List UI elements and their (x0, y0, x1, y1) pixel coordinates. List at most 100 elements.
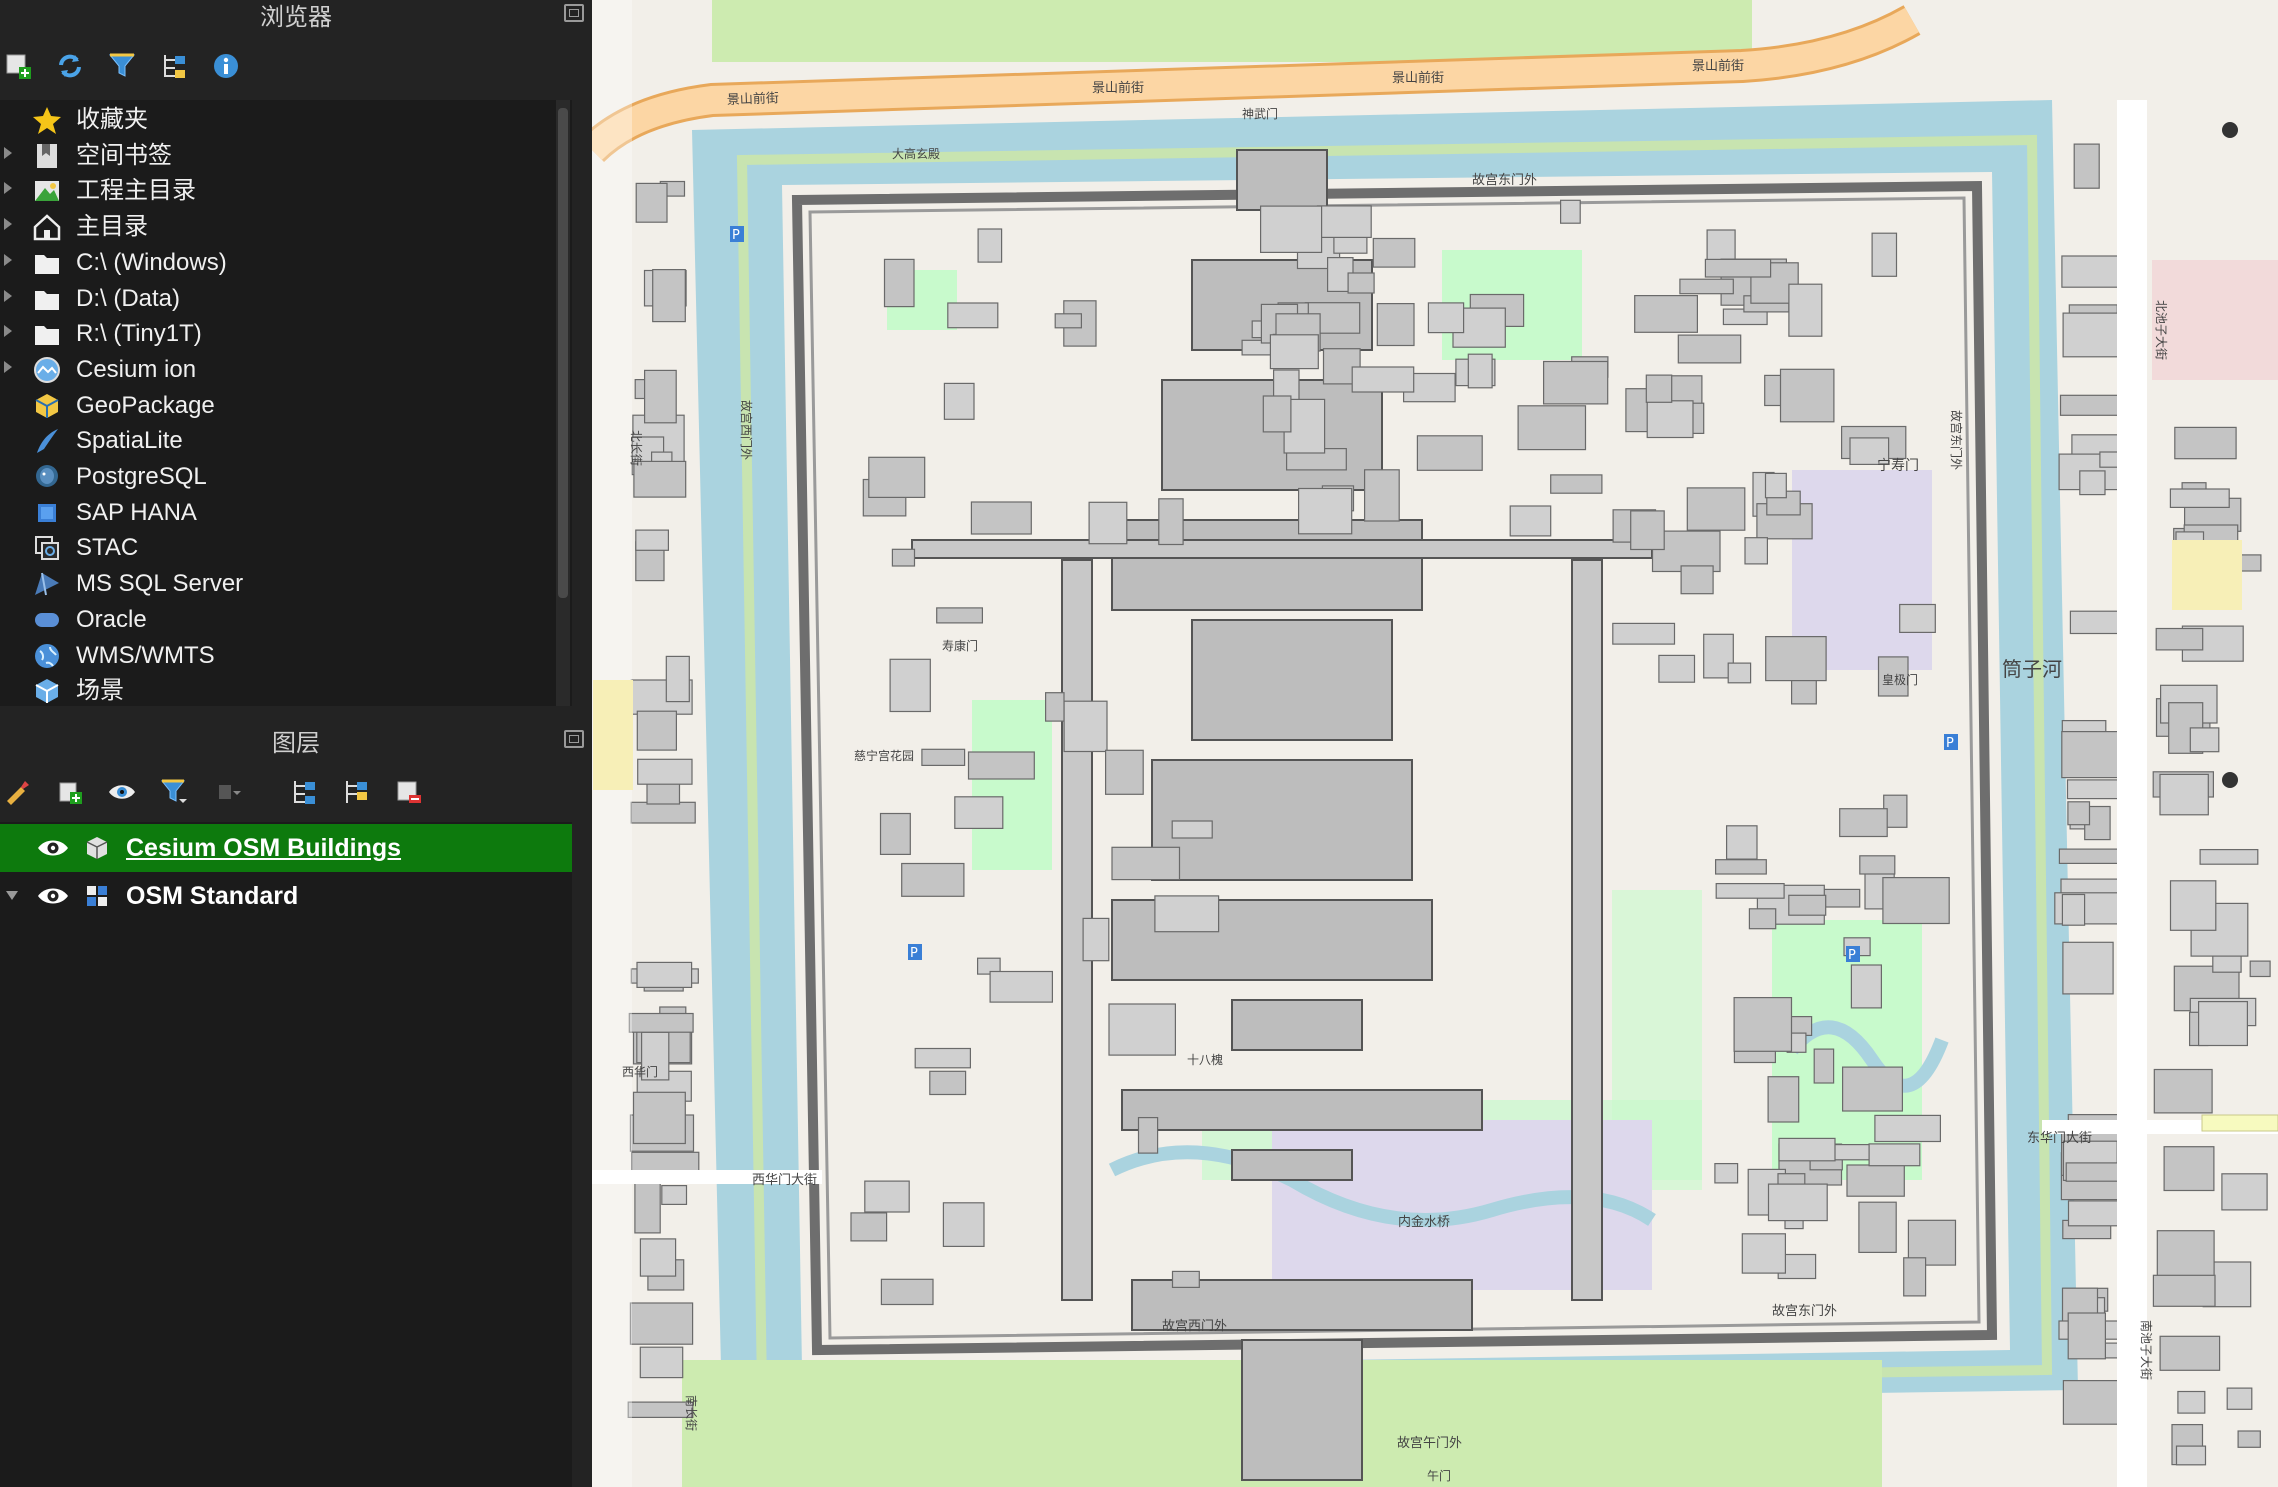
layer-item[interactable]: Cesium OSM Buildings (0, 824, 572, 872)
building-footprint (2175, 1445, 2207, 1466)
building-footprint (1259, 205, 1323, 254)
building-footprint (1108, 1003, 1177, 1056)
building-footprint (1467, 353, 1493, 389)
label-xihuamen-street: 西华门大街 (752, 1173, 817, 1188)
building-footprint (1063, 700, 1108, 753)
building-footprint (2221, 1173, 2268, 1211)
building-footprint (1778, 1137, 1836, 1162)
building-footprint (2199, 848, 2259, 865)
remove-layer-icon[interactable] (390, 774, 426, 810)
browser-item[interactable]: D:\ (Data) (0, 281, 560, 317)
browser-item[interactable]: STAC (0, 530, 560, 566)
layer-name: Cesium OSM Buildings (126, 834, 402, 862)
building-footprint (1874, 1114, 1942, 1143)
label-beichizi-street: 北池子大街 (2154, 300, 2168, 360)
building-footprint (627, 1401, 694, 1418)
browser-item[interactable]: Oracle (0, 602, 560, 638)
add-group-icon[interactable] (52, 774, 88, 810)
jingshan-park (712, 0, 1752, 62)
building-footprint (1550, 474, 1603, 494)
building-footprint (942, 1202, 985, 1248)
building-footprint (1427, 302, 1465, 334)
browser-item[interactable]: SpatiaLite (0, 423, 560, 459)
building-footprint (879, 812, 911, 856)
expand-arrow-icon[interactable] (4, 182, 12, 195)
collapse-all-layers-icon[interactable] (338, 774, 374, 810)
expand-all-icon[interactable] (286, 774, 322, 810)
browser-item[interactable]: GeoPackage (0, 388, 560, 424)
browser-panel-undock-icon[interactable] (564, 4, 584, 22)
palace-corridor (911, 539, 1653, 559)
cesium-icon (32, 355, 62, 385)
label-huangji: 皇极门 (1882, 672, 1918, 687)
browser-scrollbar-thumb[interactable] (558, 108, 568, 598)
expand-arrow-icon[interactable] (4, 218, 12, 231)
building-footprint (2059, 394, 2127, 416)
expand-arrow-icon[interactable] (4, 146, 12, 159)
building-footprint (1846, 1164, 1905, 1197)
browser-item[interactable]: PostgreSQL (0, 459, 560, 495)
collapse-all-icon[interactable] (156, 48, 192, 84)
expand-arrow-icon[interactable] (4, 325, 12, 338)
refresh-icon[interactable] (52, 48, 88, 84)
map-canvas[interactable]: 景山前街 景山前街 景山前街 景山前街 神武门 故宫东门外 宁寿门 皇极门 筒子… (592, 0, 2278, 1487)
browser-item[interactable]: 收藏夹 (0, 102, 560, 138)
building-footprint (1509, 505, 1552, 537)
building-footprint (880, 1278, 934, 1306)
building-footprint (634, 1179, 661, 1234)
layers-toolbar (0, 770, 592, 814)
browser-scrollbar[interactable] (556, 100, 570, 706)
layers-panel-undock-icon[interactable] (564, 730, 584, 748)
parking-icon: P (1846, 946, 1860, 963)
info-icon[interactable] (208, 48, 244, 84)
layer-item[interactable]: OSM Standard (0, 872, 572, 920)
style-icon[interactable] (0, 774, 36, 810)
label-palace-east-outside: 故宫东门外 (1949, 410, 1964, 470)
visibility-icon[interactable] (104, 774, 140, 810)
expand-arrow-icon[interactable] (4, 289, 12, 302)
cining-garden (972, 700, 1052, 870)
building-footprint (1882, 876, 1950, 925)
eye-visibility-icon[interactable] (36, 835, 70, 861)
building-footprint (868, 456, 926, 498)
browser-item[interactable]: C:\ (Windows) (0, 245, 560, 281)
building-footprint (1858, 1201, 1897, 1253)
layer-name: OSM Standard (126, 882, 299, 910)
parking-icon: P (730, 226, 744, 243)
filter-icon[interactable] (104, 48, 140, 84)
browser-item[interactable]: R:\ (Tiny1T) (0, 316, 560, 352)
browser-item[interactable]: MS SQL Server (0, 566, 560, 602)
browser-item[interactable]: SAP HANA (0, 495, 560, 531)
filter-legend-icon[interactable] (156, 774, 192, 810)
browser-item[interactable]: 主目录 (0, 209, 560, 245)
browser-item[interactable]: 工程主目录 (0, 173, 560, 209)
browser-item[interactable]: WMS/WMTS (0, 638, 560, 674)
sap-hana-icon (32, 498, 62, 528)
building-footprint (628, 1012, 694, 1033)
add-layer-icon[interactable] (0, 48, 36, 84)
building-footprint (1559, 199, 1581, 224)
building-footprint (2067, 801, 2091, 826)
browser-item[interactable]: 场景 (0, 673, 560, 706)
palace-hall (1241, 1339, 1363, 1481)
star-icon (32, 105, 62, 135)
expand-arrow-icon[interactable] (4, 253, 12, 266)
expand-arrow-icon[interactable] (4, 360, 12, 373)
building-footprint (1054, 313, 1083, 329)
browser-item-label: C:\ (Windows) (76, 248, 227, 276)
expand-arrow-icon[interactable] (6, 891, 18, 900)
building-footprint (921, 748, 966, 766)
palace-hall (1121, 1089, 1483, 1131)
forbidden-city-map[interactable]: 景山前街 景山前街 景山前街 景山前街 神武门 故宫东门外 宁寿门 皇极门 筒子… (592, 0, 2278, 1487)
building-footprint (1171, 1270, 1200, 1289)
folder-icon (32, 248, 62, 278)
building-footprint (1767, 1183, 1828, 1222)
browser-item[interactable]: Cesium ion (0, 352, 560, 388)
filter-expression-icon[interactable] (208, 774, 244, 810)
building-footprint (1111, 846, 1181, 881)
browser-item[interactable]: 空间书签 (0, 138, 560, 174)
tiled-scene-icon (84, 835, 110, 861)
eye-visibility-icon[interactable] (36, 883, 70, 909)
home-icon (32, 212, 62, 242)
building-footprint (850, 1212, 888, 1242)
